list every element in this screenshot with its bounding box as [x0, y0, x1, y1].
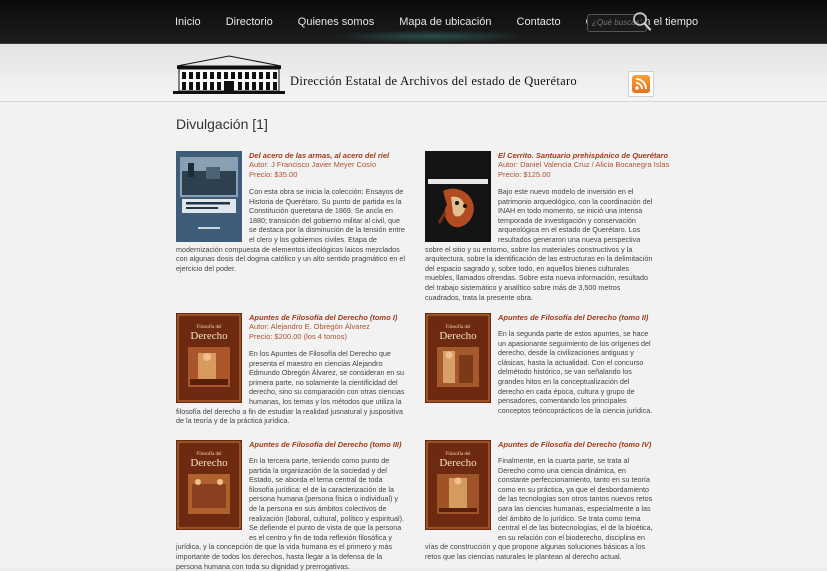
book-description: En la segunda parte de estos apuntes, se…	[425, 329, 657, 415]
book-description: En los Apuntes de Filosofía del Derecho …	[176, 349, 408, 426]
book-item: Filosofía del Derecho Apuntes de Filosof…	[425, 440, 657, 568]
book-title[interactable]: Apuntes de Filosofía del Derecho (tomo I…	[498, 313, 648, 322]
main-content	[0, 102, 827, 568]
page-title: Divulgación [1]	[176, 116, 268, 132]
book-author: Autor: Alejandro E. Obregón Álvarez	[249, 322, 370, 331]
text-wrap-spacer	[176, 456, 249, 536]
nav-mapa-ubicacion[interactable]: Mapa de ubicación	[399, 16, 491, 28]
rss-button[interactable]	[628, 71, 654, 97]
nav-contacto[interactable]: Contacto	[517, 16, 561, 28]
book-title[interactable]: Apuntes de Filosofía del Derecho (tomo I…	[498, 440, 651, 449]
cover-title: Derecho	[190, 330, 228, 342]
book-description-text: En la segunda parte de estos apuntes, se…	[498, 329, 653, 415]
top-navigation-bar: Inicio Directorio Quienes somos Mapa de …	[0, 0, 827, 44]
book-price: Precio: $200.00 (los 4 tomos)	[249, 332, 347, 341]
book-item: Filosofía del Derecho Apuntes de Filosof…	[176, 313, 408, 428]
text-wrap-spacer	[176, 187, 249, 244]
book-title[interactable]: Apuntes de Filosofía del Derecho (tomo I…	[249, 440, 402, 449]
book-item: Filosofía del Derecho Apuntes de Filosof…	[176, 440, 408, 571]
nav-directorio[interactable]: Directorio	[226, 16, 273, 28]
book-title[interactable]: El Cerrito. Santuario prehispánico de Qu…	[498, 151, 668, 160]
archive-building-logo[interactable]	[173, 54, 285, 94]
text-wrap-spacer	[425, 456, 498, 536]
book-description: En la tercera parte, teniendo como punto…	[176, 456, 408, 571]
text-wrap-spacer	[425, 187, 498, 244]
site-header	[0, 44, 827, 102]
search-icon[interactable]	[632, 10, 652, 32]
book-price: Precio: $35.00	[249, 170, 298, 179]
rss-icon	[632, 75, 650, 93]
nav-inicio[interactable]: Inicio	[175, 16, 201, 28]
book-author: Autor: Daniel Valencia Cruz / Alicia Boc…	[498, 160, 670, 169]
book-item: El Cerrito. Santuario prehispánico de Qu…	[425, 151, 669, 302]
text-wrap-spacer	[425, 329, 498, 409]
book-description: Bajo este nuevo modelo de inversión en e…	[425, 187, 657, 302]
search-box	[587, 10, 652, 32]
site-title[interactable]: Dirección Estatal de Archivos del estado…	[290, 74, 577, 89]
book-description: Con esta obra se inicia la colección: En…	[176, 187, 408, 273]
book-item: Filosofía del Derecho Apuntes de Filosof…	[425, 313, 657, 415]
text-wrap-spacer	[176, 349, 249, 406]
book-item: Del acero de las armas, al acero del rie…	[176, 151, 408, 273]
book-title[interactable]: Apuntes de Filosofía del Derecho (tomo I…	[249, 313, 397, 322]
nav-quienes-somos[interactable]: Quienes somos	[298, 16, 374, 28]
book-price: Precio: $125.00	[498, 170, 551, 179]
book-title[interactable]: Del acero de las armas, al acero del rie…	[249, 151, 389, 160]
book-description: Finalmente, en la cuarta parte, se trata…	[425, 456, 657, 562]
book-author: Autor: J Francisco Javier Meyer Cosío	[249, 160, 377, 169]
